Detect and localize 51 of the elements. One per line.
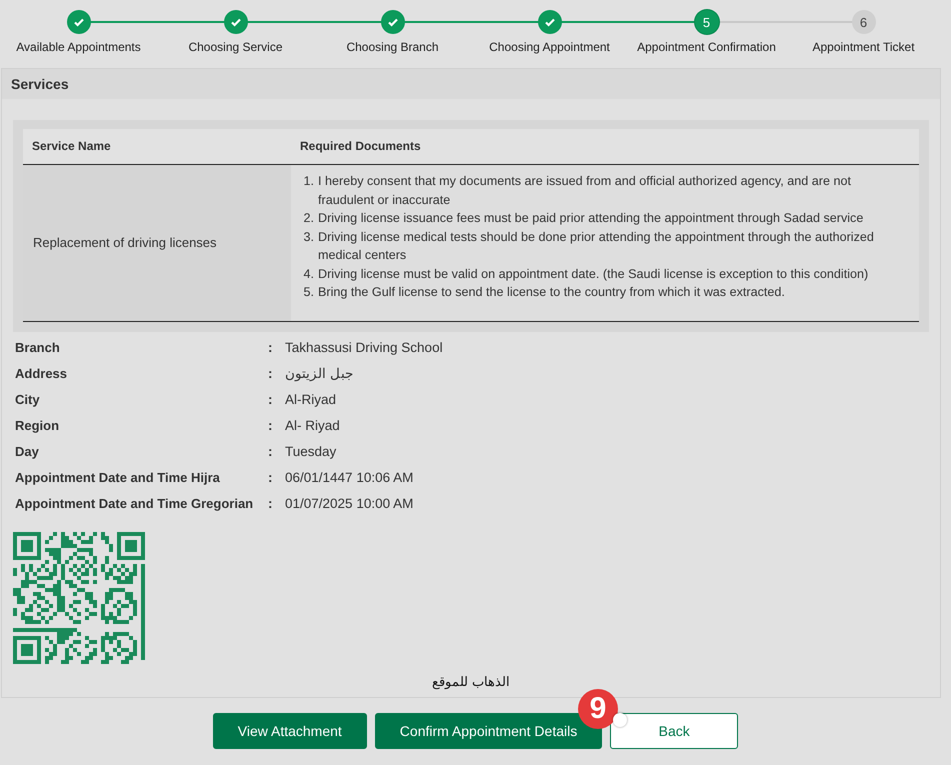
detail-separator: :	[268, 364, 274, 382]
detail-label: City	[15, 390, 41, 408]
detail-value: Takhassusi Driving School	[285, 338, 443, 356]
detail-value: 06/01/1447 10:06 AM	[285, 468, 414, 486]
step-badge: 9	[578, 689, 618, 729]
document-item: Driving license medical tests should be done prior attending the appointment through the authorized medical centers	[318, 228, 875, 264]
step-indicator: 5	[694, 10, 718, 34]
detail-separator: :	[268, 416, 274, 434]
detail-label: Day	[15, 442, 40, 460]
location-link[interactable]: الذهاب للموقع	[432, 674, 510, 688]
check-icon	[72, 16, 84, 28]
detail-value: Al- Riyad	[285, 416, 340, 434]
check-icon	[230, 16, 242, 28]
document-item: Driving license issuance fees must be paid prior attending the appointment through Sadad service	[318, 210, 864, 227]
item-number: 3.	[302, 228, 314, 246]
detail-value: Tuesday	[285, 442, 336, 460]
detail-label: Address	[15, 364, 68, 382]
step-label: Choosing Service	[188, 40, 283, 54]
detail-label: Branch	[15, 338, 61, 356]
item-number: 5.	[302, 284, 314, 301]
step-label: Available Appointments	[16, 40, 141, 54]
back-button[interactable]: Back	[610, 713, 738, 749]
step-indicator: 6	[852, 10, 876, 34]
check-icon	[544, 16, 556, 28]
document-item: I hereby consent that my documents are issued from and official authorized agency, and are not fraudulent or inaccurate	[318, 173, 852, 208]
detail-label: Appointment Date and Time Gregorian	[15, 494, 254, 512]
detail-label: Region	[15, 416, 60, 434]
detail-label: Appointment Date and Time Hijra	[15, 468, 221, 486]
item-number: 4.	[302, 266, 314, 282]
column-header: Service Name	[23, 129, 291, 164]
detail-value: Al-Riyad	[285, 390, 336, 408]
table-cell: Replacement of driving licenses	[23, 164, 291, 321]
step-label: Choosing Appointment	[489, 40, 610, 54]
column-header: Required Documents	[291, 129, 919, 164]
detail-separator: :	[268, 468, 274, 486]
detail-separator: :	[268, 338, 274, 356]
detail-separator: :	[268, 442, 274, 460]
detail-separator: :	[268, 390, 274, 408]
step-label: Choosing Branch	[346, 40, 439, 54]
check-icon	[386, 16, 398, 28]
item-number: 2.	[302, 210, 314, 227]
detail-separator: :	[268, 494, 274, 512]
detail-value: 01/07/2025 10:00 AM	[285, 494, 414, 512]
step-label: Appointment Ticket	[812, 40, 915, 54]
panel-title: Services	[2, 69, 940, 99]
document-item: Driving license must be valid on appointment date. (the Saudi license is exception to this condition)	[318, 266, 870, 283]
item-number: 1.	[302, 173, 314, 190]
step-label: Appointment Confirmation	[637, 40, 776, 54]
action-button[interactable]: View Attachment	[212, 713, 367, 749]
document-item: Bring the Gulf license to send the license to the country from which it was extracted.	[318, 284, 786, 301]
detail-value: جبل الزيتون	[285, 364, 354, 382]
